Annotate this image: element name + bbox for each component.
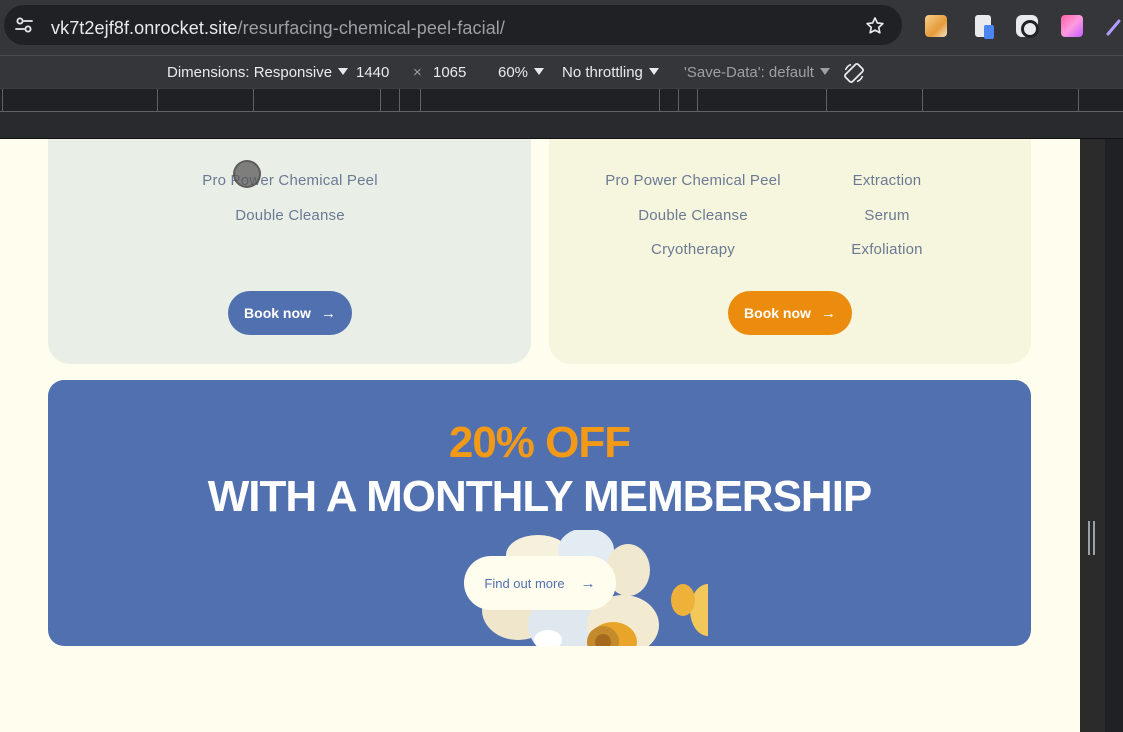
feature-item: Extraction bbox=[852, 172, 922, 189]
zoom-dropdown[interactable]: 60% bbox=[498, 64, 545, 81]
feature-item: Pro Power Chemical Peel bbox=[202, 172, 378, 189]
promo-membership-heading: WITH A MONTHLY MEMBERSHIP bbox=[207, 472, 873, 521]
book-now-button[interactable]: Book now → bbox=[228, 291, 352, 335]
book-now-label: Book now bbox=[744, 305, 811, 321]
extension-icon-3[interactable] bbox=[1016, 15, 1039, 38]
feature-item: Exfoliation bbox=[851, 241, 923, 258]
throttling-dropdown[interactable]: No throttling bbox=[562, 64, 659, 81]
page-viewport: Pro Power Chemical Peel Double Cleanse P… bbox=[0, 139, 1080, 732]
feature-item: Double Cleanse bbox=[638, 207, 748, 224]
feature-item: Cryotherapy bbox=[651, 241, 735, 258]
extension-icon-4[interactable] bbox=[1061, 15, 1083, 37]
viewport-resize-handle[interactable] bbox=[1088, 521, 1096, 555]
chevron-down-icon bbox=[338, 68, 349, 75]
save-data-dropdown[interactable]: 'Save-Data': default bbox=[684, 64, 830, 81]
browser-toolbar: vk7t2ejf8f.onrocket.site/resurfacing-che… bbox=[0, 0, 1123, 55]
dimensions-dropdown[interactable]: Dimensions: Responsive bbox=[167, 64, 349, 81]
feature-item: Double Cleanse bbox=[235, 207, 345, 224]
throttling-label: No throttling bbox=[562, 64, 643, 81]
arrow-right-icon: → bbox=[580, 574, 596, 592]
chevron-down-icon bbox=[648, 68, 659, 75]
eyedropper-icon[interactable] bbox=[1104, 15, 1123, 37]
rotate-icon[interactable] bbox=[842, 61, 866, 85]
ruler-spacer bbox=[0, 112, 1123, 139]
devtools-edge bbox=[1105, 139, 1123, 732]
feature-item: Serum bbox=[864, 207, 910, 224]
book-now-label: Book now bbox=[244, 305, 311, 321]
feature-item: Pro Power Chemical Peel bbox=[605, 172, 781, 189]
extension-icon-2[interactable] bbox=[975, 15, 994, 39]
find-out-more-button[interactable]: Find out more → bbox=[464, 556, 616, 610]
width-input[interactable]: 1440 bbox=[356, 64, 389, 81]
times-separator: × bbox=[413, 64, 422, 81]
device-toolbar: Dimensions: Responsive 1440 × 1065 60% N… bbox=[0, 55, 1123, 88]
promo-discount-heading: 20% OFF bbox=[448, 418, 631, 467]
site-settings-icon[interactable] bbox=[14, 15, 34, 35]
extension-icon-1[interactable] bbox=[925, 15, 947, 37]
height-input[interactable]: 1065 bbox=[433, 64, 466, 81]
zoom-label: 60% bbox=[498, 64, 529, 81]
chevron-down-icon bbox=[819, 68, 830, 75]
media-query-ruler[interactable] bbox=[0, 88, 1123, 112]
membership-promo-banner: 20% OFF WITH A MONTHLY MEMBERSHIP Find o… bbox=[48, 380, 1031, 646]
address-bar[interactable]: vk7t2ejf8f.onrocket.site/resurfacing-che… bbox=[4, 5, 902, 45]
touch-cursor-indicator bbox=[233, 160, 261, 188]
url-path: /resurfacing-chemical-peel-facial/ bbox=[237, 18, 506, 38]
dimensions-label: Dimensions: Responsive bbox=[167, 64, 333, 81]
find-out-more-label: Find out more bbox=[484, 575, 565, 591]
arrow-right-icon: → bbox=[820, 304, 836, 322]
url-host: vk7t2ejf8f.onrocket.site bbox=[51, 18, 238, 38]
book-now-button[interactable]: Book now → bbox=[728, 291, 852, 335]
save-data-label: 'Save-Data': default bbox=[684, 64, 814, 81]
url-text[interactable]: vk7t2ejf8f.onrocket.site/resurfacing-che… bbox=[51, 18, 505, 39]
device-frame-edge bbox=[1080, 139, 1105, 732]
arrow-right-icon: → bbox=[320, 304, 336, 322]
chevron-down-icon bbox=[534, 68, 545, 75]
bookmark-star-icon[interactable] bbox=[864, 15, 886, 37]
